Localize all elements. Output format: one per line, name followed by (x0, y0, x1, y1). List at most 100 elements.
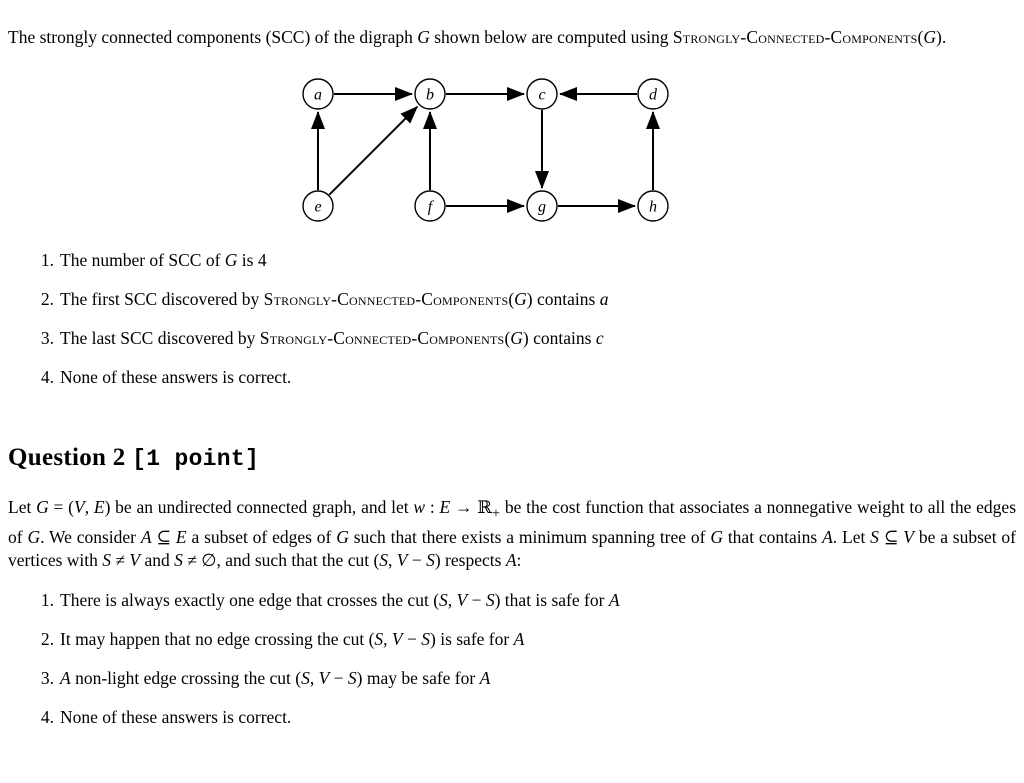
question1-answer-text: ) contains (522, 328, 596, 348)
question2-body-math-var: V (129, 550, 141, 570)
intro-var-g: G (417, 26, 430, 47)
graph-node-label-a: a (314, 87, 322, 104)
question2-answer-math-var: S (421, 629, 430, 649)
graph-nodes-group: a b c d e f g h (302, 78, 669, 222)
intro-paren-close: ). (936, 26, 947, 47)
question2-answer-text: None of these answers is correct. (60, 707, 292, 727)
question2-answer-math-var: S (439, 590, 448, 610)
question2-answer-math-var: V (318, 668, 330, 688)
graph-node-e: e (302, 190, 334, 222)
intro-var-g2: G (923, 26, 937, 47)
question2-body-text: a subset of edges of (186, 526, 337, 547)
question2-answer-option[interactable]: 3. A non-light edge crossing the cut (S, … (0, 667, 1010, 689)
question2-body-math-var: A (505, 550, 517, 570)
question1-answer-math-var: G (510, 328, 523, 348)
digraph-svg: a b c d e f g h (302, 78, 669, 222)
question2-body-text: ⊆ (151, 526, 176, 547)
question1-answer-math-var: c (595, 328, 604, 348)
question1-answer-text: The number of SCC of (60, 250, 225, 270)
question2-body-text: . Let (832, 526, 871, 547)
question2-body-math-var: E (93, 496, 105, 517)
question1-answer-text: The number of SCC of G is 4 (60, 250, 267, 270)
question1-intro-paragraph: The strongly connected components (SCC) … (8, 26, 1016, 48)
question2-body-text: ≠ ∅, and such that the cut ( (182, 550, 380, 570)
question2-body-math-var: E (439, 496, 451, 517)
question2-answer-math-var: A (608, 590, 620, 610)
question2-body-text: ⊆ (878, 526, 904, 547)
question2-answer-text: − (402, 629, 422, 649)
question2-answer-text: There is always exactly one edge that cr… (60, 590, 440, 610)
question1-answer-text: The last SCC discovered by (60, 328, 260, 348)
graph-node-h: h (637, 190, 669, 222)
graph-edges-group (311, 87, 660, 213)
question1-answer-text: None of these answers is correct. (60, 367, 292, 387)
question1-answer-option[interactable]: 1. The number of SCC of G is 4 (0, 249, 1010, 271)
question2-body-text: ) be an undirected connected graph, and … (104, 496, 414, 517)
question1-answer-option[interactable]: 3. The last SCC discovered by Strongly-Co… (0, 327, 1010, 349)
question2-answer-number: 4. (40, 707, 54, 727)
question1-answer-text: ) contains (526, 289, 600, 309)
question2-body-math-var: A (822, 526, 833, 547)
intro-algorithm-name: Strongly-Connected-Components (672, 26, 918, 47)
question1-answer-text: The first SCC discovered by (60, 289, 264, 309)
question1-answer-text: The first SCC discovered by Strongly-Con… (60, 289, 608, 309)
graph-node-f: f (414, 190, 446, 222)
question2-answer-text: It may happen that no edge crossing the … (60, 629, 524, 649)
question2-answer-math-var: A (513, 629, 525, 649)
question2-answer-text: A non-light edge crossing the cut (S, V … (60, 668, 490, 688)
question1-answer-number: 4. (40, 367, 54, 387)
question2-answer-option[interactable]: 2. It may happen that no edge crossing th… (0, 628, 1010, 650)
question2-answer-number: 1. (40, 590, 54, 610)
question2-answer-math-var: S (374, 629, 384, 649)
graph-node-label-b: b (426, 87, 434, 104)
question2-answer-number: 2. (40, 629, 54, 649)
question1-answer-algorithm-name: Strongly-Connected-Components (259, 328, 505, 348)
question2-answer-math-var: V (456, 590, 468, 610)
question2-answer-text: None of these answers is correct. (60, 707, 291, 727)
question2-body-text: , (84, 496, 94, 517)
question2-body-math-var: V (903, 526, 914, 547)
question2-answer-math-var: S (347, 668, 357, 688)
question2-body-text: → ℝ (450, 496, 492, 517)
question2-heading-title: Question 2 (8, 443, 126, 471)
intro-text-part1: The strongly connected components (SCC) … (8, 26, 418, 47)
question1-answer-math-var: a (599, 289, 609, 309)
question2-answer-option[interactable]: 1. There is always exactly one edge that … (0, 589, 1010, 611)
graph-node-label-d: d (649, 87, 658, 104)
question1-answer-option[interactable]: 4. None of these answers is correct. (0, 366, 1010, 388)
question1-answer-algorithm-name: Strongly-Connected-Components (263, 289, 509, 309)
graph-node-label-c: c (538, 87, 545, 104)
question2-body-text: : (516, 550, 522, 570)
question2-body-math-var: V (396, 550, 408, 570)
question2-body-math-var: S (102, 550, 112, 570)
question2-body-math-var: w (413, 496, 426, 517)
question1-answer-text: None of these answers is correct. (60, 367, 291, 387)
question2-answer-text: There is always exactly one edge that cr… (60, 590, 620, 610)
question2-body-text: − (407, 550, 427, 570)
question1-answer-option[interactable]: 2. The first SCC discovered by Strongly-C… (0, 288, 1010, 310)
question2-body-text: . We consider (40, 526, 141, 547)
graph-node-g: g (526, 190, 558, 222)
question2-body-text: , (388, 550, 397, 570)
question2-body-math-var: A (140, 526, 152, 547)
question2-answer-text: , (309, 668, 319, 688)
question2-body-text: ≠ (111, 550, 130, 570)
question2-answer-text: , (447, 590, 457, 610)
graph-node-b: b (414, 78, 446, 110)
question2-body-math-var: G (336, 526, 349, 547)
question2-heading-points: [1 point] (132, 445, 260, 472)
question2-answer-text: ) is safe for (430, 629, 514, 649)
question2-body-subscript: + (491, 505, 501, 521)
question2-answer-option[interactable]: 4. None of these answers is correct. (0, 706, 1010, 728)
question2-answer-text: − (329, 668, 348, 688)
question1-answer-text: is 4 (237, 250, 267, 270)
question2-answer-text: − (467, 590, 486, 610)
question2-answer-math-var: V (391, 629, 403, 649)
digraph-figure: a b c d e f g h (288, 66, 688, 226)
question2-answer-math-var: A (60, 668, 71, 688)
question2-answer-text: ) that is safe for (494, 590, 609, 610)
question2-body-math-var: S (426, 550, 435, 570)
question1-answer-math-var: G (224, 250, 238, 270)
intro-text-part2: shown below are computed using (429, 26, 673, 47)
question2-body-math-var: G (710, 526, 723, 547)
